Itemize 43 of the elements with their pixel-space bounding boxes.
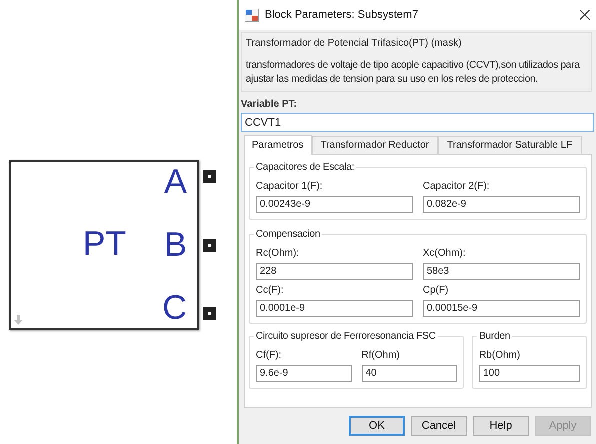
dialog-button[interactable]: Cancel <box>411 416 467 436</box>
window-icon <box>245 8 259 22</box>
down-arrow-icon <box>14 315 23 325</box>
port-icon[interactable] <box>203 238 216 252</box>
input-field[interactable]: 0.00243e-9 <box>256 196 413 213</box>
field-label: Variable PT: <box>241 98 298 111</box>
field-label: Cc(F): <box>256 284 285 297</box>
field-label: Xc(Ohm): <box>423 247 467 260</box>
input-field[interactable]: 58e3 <box>423 263 580 280</box>
port-label: C <box>162 290 187 326</box>
mask-title: Transformador de Potencial Trifasico(PT) (mask) <box>246 37 463 51</box>
input-field[interactable]: 0.082e-9 <box>423 196 580 213</box>
window-title: Block Parameters: Subsystem7 <box>265 8 420 23</box>
dialog-button[interactable]: OK <box>349 416 405 436</box>
subsystem-block[interactable]: PT A B C <box>9 160 199 330</box>
tab[interactable]: Transformador Saturable LF <box>438 136 582 154</box>
port-icon[interactable] <box>203 307 216 320</box>
block-label: PT <box>83 224 126 264</box>
input-field[interactable]: 228 <box>256 263 413 280</box>
field-label: Cf(F): <box>256 349 283 362</box>
field-label: Rf(Ohm) <box>362 349 401 362</box>
input-field[interactable]: CCVT1 <box>241 113 594 132</box>
port-label: A <box>164 164 187 200</box>
group-title: Capacitores de Escala: <box>254 161 356 174</box>
field-label: Capacitor 2(F): <box>423 180 491 193</box>
tab[interactable]: Transformador Reductor <box>312 136 438 154</box>
close-icon[interactable] <box>580 10 590 20</box>
field-label: Cp(F) <box>423 284 450 297</box>
group-title: Compensacion <box>254 228 322 241</box>
tab[interactable]: Parametros <box>244 135 312 155</box>
group-title: Circuito supresor de Ferroresonancia FSC <box>254 330 438 343</box>
field-label: Rb(Ohm) <box>479 349 522 362</box>
dialog-button[interactable]: Help <box>473 416 529 436</box>
port-icon[interactable] <box>203 170 216 183</box>
input-field[interactable]: 100 <box>479 365 580 382</box>
input-field[interactable]: 9.6e-9 <box>256 365 352 382</box>
input-field[interactable]: 0.00015e-9 <box>423 300 580 317</box>
mask-description: transformadores de voltaje de tipo acople capacitivo (CCVT),son utilizados para ajustar las medidas de tension para su uso en los reles de proteccion. <box>246 59 581 87</box>
field-label: Capacitor 1(F): <box>256 180 324 193</box>
port-label: B <box>164 227 187 263</box>
field-label: Rc(Ohm): <box>256 247 300 260</box>
input-field[interactable]: 40 <box>362 365 458 382</box>
input-field[interactable]: 0.0001e-9 <box>256 300 413 317</box>
